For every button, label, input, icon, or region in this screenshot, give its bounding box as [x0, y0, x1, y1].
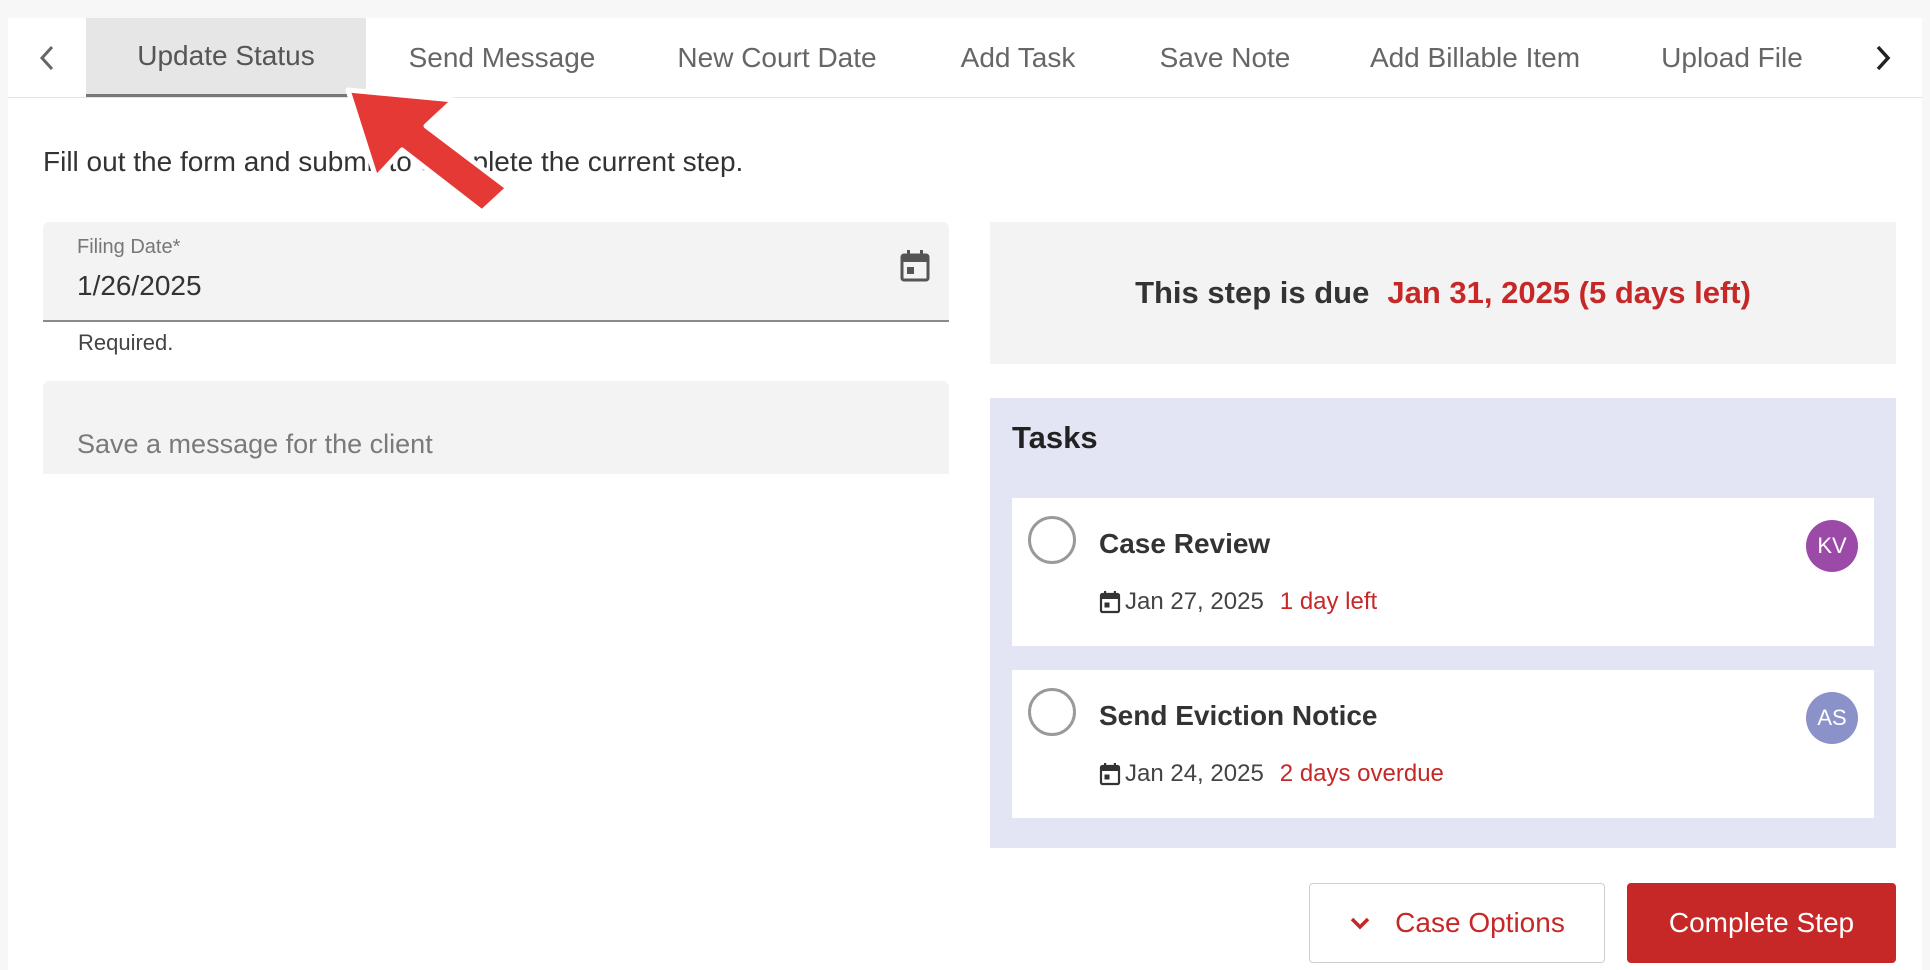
filing-date-label: Filing Date* — [77, 236, 181, 258]
task-complete-checkbox[interactable] — [1028, 688, 1076, 736]
complete-step-label: Complete Step — [1668, 907, 1855, 938]
tab-new-court-date[interactable]: New Court Date — [638, 18, 916, 97]
task-item[interactable]: Case Review Jan 27, 2025 1 day left KV — [1012, 498, 1874, 646]
action-tabs: Update Status Send Message New Court Dat… — [8, 18, 1922, 98]
task-meta: Jan 27, 2025 1 day left — [1099, 588, 1377, 616]
assignee-avatar[interactable]: AS — [1806, 692, 1858, 744]
chevron-left-icon — [39, 45, 54, 70]
task-due-status: 2 days overdue — [1279, 760, 1444, 787]
tabs-scroll-right-button[interactable] — [1844, 18, 1922, 97]
task-name: Send Eviction Notice — [1099, 700, 1378, 731]
tab-label: New Court Date — [677, 41, 877, 73]
tab-save-note[interactable]: Save Note — [1120, 18, 1330, 97]
tab-label: Save Note — [1159, 41, 1291, 73]
task-due-status: 1 day left — [1279, 588, 1378, 615]
step-form-card: Update Status Send Message New Court Dat… — [8, 18, 1922, 970]
task-item[interactable]: Send Eviction Notice Jan 24, 2025 2 days… — [1012, 670, 1874, 818]
case-options-label: Case Options — [1395, 907, 1565, 938]
tasks-panel: Tasks Case Review Jan 27, 2025 1 day lef… — [990, 398, 1896, 848]
task-complete-checkbox[interactable] — [1028, 516, 1076, 564]
tabs-scroll-left-button[interactable] — [8, 18, 86, 97]
calendar-icon — [900, 250, 930, 282]
annotation-arrow-icon — [345, 87, 511, 215]
task-due-date: Jan 27, 2025 — [1125, 588, 1264, 615]
client-message-input[interactable] — [77, 429, 897, 460]
page: Update Status Send Message New Court Dat… — [0, 0, 1930, 970]
task-due-date: Jan 24, 2025 — [1125, 760, 1264, 787]
tasks-title: Tasks — [1012, 420, 1098, 455]
task-meta: Jan 24, 2025 2 days overdue — [1099, 760, 1444, 788]
tab-label: Add Task — [960, 41, 1076, 73]
chevron-down-icon — [1349, 916, 1371, 930]
filing-date-helper-text: Required. — [78, 330, 174, 355]
chevron-right-icon — [1876, 45, 1891, 70]
step-due-banner: This step is due Jan 31, 2025 (5 days le… — [990, 222, 1896, 364]
filing-date-field[interactable]: Filing Date* — [43, 222, 949, 322]
tab-update-status[interactable]: Update Status — [86, 18, 366, 97]
task-name: Case Review — [1099, 528, 1271, 559]
tab-add-billable-item[interactable]: Add Billable Item — [1330, 18, 1620, 97]
calendar-icon — [1099, 591, 1121, 614]
tab-label: Upload File — [1661, 41, 1803, 73]
case-options-button[interactable]: Case Options — [1309, 883, 1605, 963]
tab-upload-file[interactable]: Upload File — [1620, 18, 1844, 97]
due-prefix: This step is due — [1135, 275, 1370, 310]
due-date: Jan 31, 2025 (5 days left) — [1387, 275, 1751, 310]
calendar-button[interactable] — [895, 246, 935, 286]
tab-add-task[interactable]: Add Task — [916, 18, 1120, 97]
tab-label: Update Status — [137, 40, 315, 71]
client-message-field[interactable] — [43, 381, 949, 474]
assignee-avatar[interactable]: KV — [1806, 520, 1858, 572]
calendar-icon — [1099, 763, 1121, 786]
tab-label: Send Message — [408, 41, 596, 73]
filing-date-input[interactable] — [77, 270, 777, 302]
tab-label: Add Billable Item — [1369, 41, 1581, 73]
complete-step-button[interactable]: Complete Step — [1627, 883, 1896, 963]
